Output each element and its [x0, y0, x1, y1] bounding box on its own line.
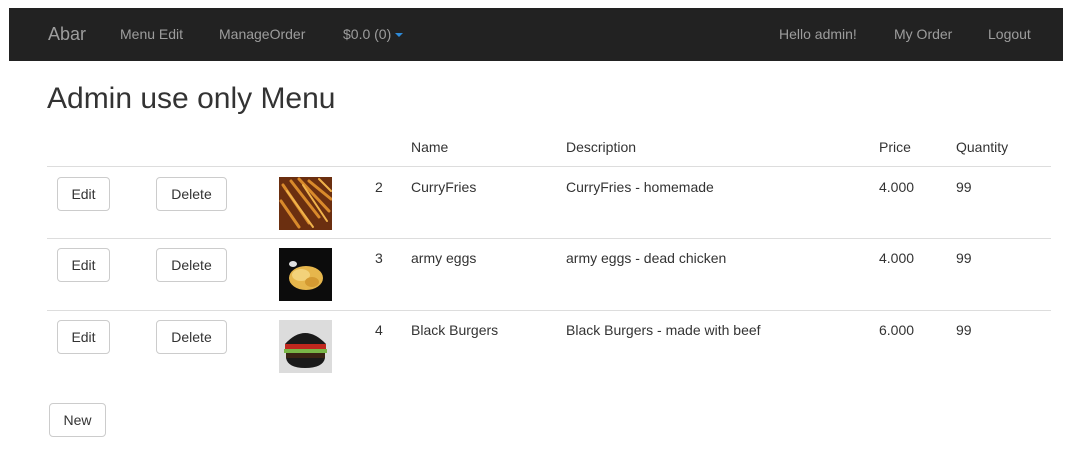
nav-logout[interactable]: Logout [988, 8, 1031, 61]
item-quantity: 99 [956, 179, 972, 195]
brand-link[interactable]: Abar [48, 8, 86, 61]
item-price: 4.000 [879, 250, 915, 266]
nav-menu-edit[interactable]: Menu Edit [120, 8, 183, 61]
item-description: army eggs - dead chicken [566, 250, 727, 266]
table-row: Edit Delete 4 Black Burgers Black Burger… [0, 310, 1082, 382]
caret-down-icon [395, 33, 404, 38]
item-quantity: 99 [956, 322, 972, 338]
item-name: CurryFries [411, 179, 477, 195]
table-row: Edit Delete 2 CurryFries CurryFries - ho… [0, 167, 1082, 239]
item-id: 4 [375, 322, 383, 338]
item-name: army eggs [411, 250, 477, 266]
edit-button[interactable]: Edit [57, 320, 110, 354]
header-quantity: Quantity [956, 139, 1009, 155]
delete-button[interactable]: Delete [156, 177, 227, 211]
top-navbar: Abar Menu Edit ManageOrder $0.0 (0) Hell… [9, 8, 1063, 61]
delete-button[interactable]: Delete [156, 320, 227, 354]
item-name: Black Burgers [411, 322, 499, 338]
item-price: 4.000 [879, 179, 915, 195]
eggs-image [279, 248, 332, 301]
edit-button[interactable]: Edit [57, 177, 110, 211]
greeting-text: Hello admin! [779, 26, 857, 42]
fries-image [279, 177, 332, 230]
cart-dropdown[interactable]: $0.0 (0) [343, 8, 404, 61]
header-description: Description [566, 139, 637, 155]
new-button[interactable]: New [49, 403, 106, 437]
item-quantity: 99 [956, 250, 972, 266]
nav-manage-order[interactable]: ManageOrder [219, 8, 305, 61]
header-price: Price [879, 139, 911, 155]
header-name: Name [411, 139, 449, 155]
nav-my-order[interactable]: My Order [894, 8, 952, 61]
page-title: Admin use only Menu [47, 82, 336, 115]
edit-button[interactable]: Edit [57, 248, 110, 282]
item-description: Black Burgers - made with beef [566, 322, 761, 338]
cart-total: $0.0 (0) [343, 26, 392, 42]
item-price: 6.000 [879, 322, 915, 338]
item-description: CurryFries - homemade [566, 179, 714, 195]
table-row: Edit Delete 3 army eggs army eggs - dead… [0, 238, 1082, 310]
item-id: 2 [375, 179, 383, 195]
item-id: 3 [375, 250, 383, 266]
delete-button[interactable]: Delete [156, 248, 227, 282]
burger-image [279, 320, 332, 373]
